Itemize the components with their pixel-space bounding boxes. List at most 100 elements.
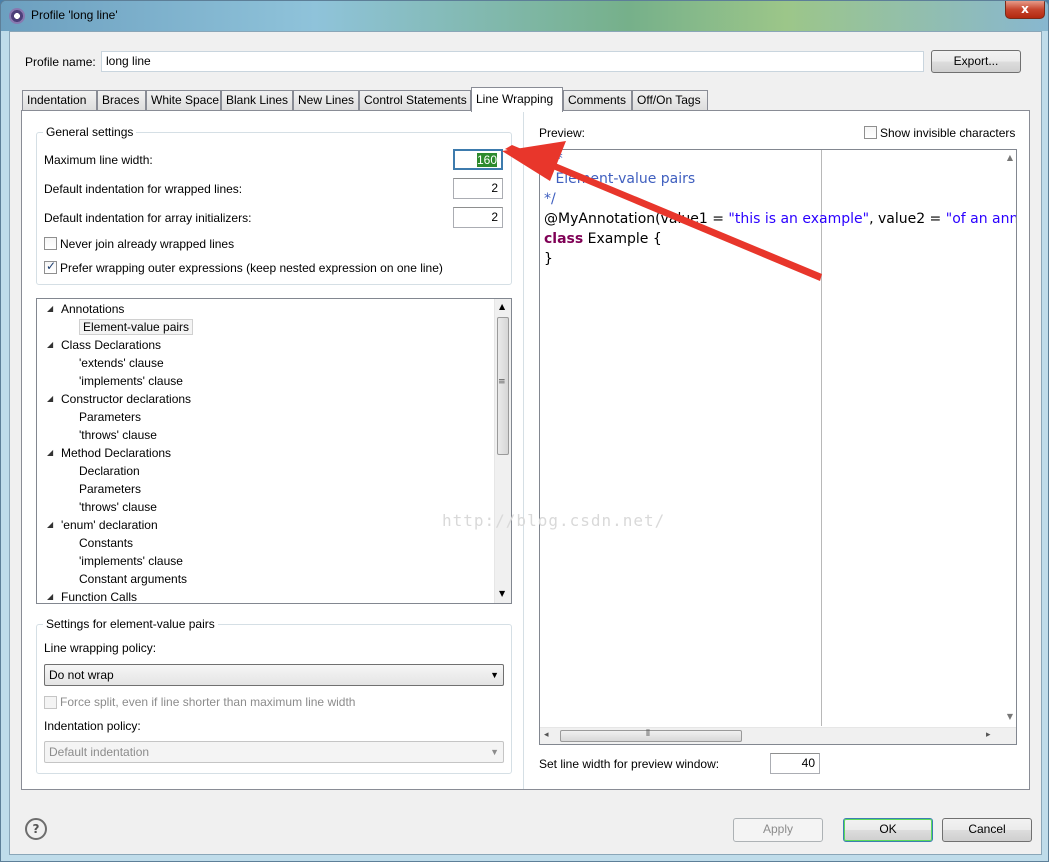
tree-item-label: 'throws' clause (79, 500, 157, 514)
scroll-down-icon[interactable]: ▼ (499, 589, 505, 598)
tree-item-label: 'enum' declaration (61, 518, 158, 532)
chevron-down-icon: ▼ (490, 747, 499, 757)
wrapping-policy-value: Do not wrap (49, 668, 114, 682)
profile-name-input[interactable]: long line (101, 51, 924, 72)
code-line: } (544, 251, 553, 267)
tree-expand-icon[interactable]: ◢ (47, 300, 53, 318)
tree-item-label: Annotations (61, 302, 125, 316)
array-indent-label: Default indentation for array initialize… (44, 211, 252, 225)
close-button[interactable]: x (1005, 1, 1045, 19)
preview-horizontal-scrollbar[interactable]: ◂ ⦀ ▸ (540, 727, 1016, 744)
tab-braces[interactable]: Braces (97, 90, 146, 111)
code-line: @MyAnnotation(value1 = "this is an examp… (544, 211, 1016, 227)
code-text: Example { (583, 231, 662, 247)
scroll-left-icon[interactable]: ◂ (544, 730, 549, 740)
never-join-checkbox[interactable] (44, 237, 57, 250)
scroll-up-icon[interactable]: ▲ (1007, 153, 1013, 162)
tree-item[interactable]: ◢ Class Declarations (47, 336, 162, 354)
profile-name-label: Profile name: (25, 55, 96, 69)
tab-control-statements[interactable]: Control Statements (359, 90, 471, 111)
show-invisible-checkbox[interactable] (864, 126, 877, 139)
element-settings-title: Settings for element-value pairs (43, 617, 218, 631)
indent-policy-value: Default indentation (49, 745, 150, 759)
tree-item-label: Constant arguments (79, 572, 188, 586)
tree-expand-icon[interactable]: ◢ (47, 516, 53, 534)
tree-item[interactable]: ◢ Function Calls (47, 588, 137, 603)
code-string: "this is an example" (728, 211, 870, 227)
tree-item-label: Constants (79, 536, 134, 550)
preview-pane[interactable]: /** * Element-value pairs */ @MyAnnotati… (539, 149, 1017, 745)
tab-comments[interactable]: Comments (563, 90, 632, 111)
tab-line-wrapping[interactable]: Line Wrapping (471, 87, 563, 112)
tree-expand-icon[interactable]: ◢ (47, 444, 53, 462)
column-divider (523, 111, 524, 789)
max-line-width-input[interactable]: 160 (453, 149, 503, 170)
dialog-body: Profile name: long line Export... Indent… (9, 31, 1042, 855)
tree-item-label: Method Declarations (61, 446, 172, 460)
tree-vertical-scrollbar[interactable]: ▲ ≡ ▼ (494, 299, 511, 603)
tree-item[interactable]: Declaration (79, 462, 140, 480)
wrapping-policy-label: Line wrapping policy: (44, 641, 157, 655)
wrapping-category-tree[interactable]: ◢ Annotations Element-value pairs ◢ Class De… (36, 298, 512, 604)
tab-indentation[interactable]: Indentation (22, 90, 97, 111)
tree-item[interactable]: 'implements' clause (79, 552, 183, 570)
tree-item[interactable]: 'throws' clause (79, 426, 157, 444)
apply-button[interactable]: Apply (733, 818, 823, 842)
prefer-outer-checkbox[interactable] (44, 259, 57, 274)
tree-item-label: Constructor declarations (61, 392, 192, 406)
tree-item[interactable]: Constants (79, 534, 133, 552)
code-line: class Example { (544, 231, 662, 247)
code-string: "of an annotation" (945, 211, 1016, 227)
preview-label: Preview: (539, 126, 586, 140)
title-bar[interactable]: Profile 'long line' x (1, 1, 1048, 31)
default-indent-input[interactable]: 2 (453, 178, 503, 199)
ok-button[interactable]: OK (843, 818, 933, 842)
window-title: Profile 'long line' (31, 8, 118, 22)
scroll-up-icon[interactable]: ▲ (499, 302, 505, 311)
indent-policy-select[interactable]: Default indentation ▼ (44, 741, 504, 763)
cancel-button[interactable]: Cancel (942, 818, 1032, 842)
tree-item[interactable]: Constant arguments (79, 570, 187, 588)
wrapping-policy-select[interactable]: Do not wrap ▼ (44, 664, 504, 686)
scroll-down-icon[interactable]: ▼ (1007, 712, 1013, 721)
force-split-label: Force split, even if line shorter than m… (60, 695, 356, 709)
tab-white-space[interactable]: White Space (146, 90, 221, 111)
tab-off-on-tags[interactable]: Off/On Tags (632, 90, 708, 111)
code-text: , value2 = (869, 211, 946, 227)
show-invisible-label: Show invisible characters (880, 126, 1016, 140)
force-split-checkbox[interactable] (44, 696, 57, 709)
code-keyword: class (544, 231, 584, 247)
tree-expand-icon[interactable]: ◢ (47, 588, 53, 603)
tab-blank-lines[interactable]: Blank Lines (221, 90, 293, 111)
tree-item[interactable]: Parameters (79, 480, 141, 498)
tree-item[interactable]: ◢ Constructor declarations (47, 390, 192, 408)
tree-item-label: Parameters (79, 410, 142, 424)
tree-item[interactable]: ◢ 'enum' declaration (47, 516, 158, 534)
help-icon[interactable]: ? (25, 818, 47, 840)
tree-item[interactable]: ◢ Annotations (47, 300, 125, 318)
tree-item[interactable]: ◢ Method Declarations (47, 444, 172, 462)
preview-line-width-label: Set line width for preview window: (539, 757, 720, 771)
tab-new-lines[interactable]: New Lines (293, 90, 359, 111)
array-indent-input[interactable]: 2 (453, 207, 503, 228)
tree-item[interactable]: 'extends' clause (79, 354, 164, 372)
eclipse-icon (9, 8, 25, 24)
scroll-grip-icon: ≡ (498, 377, 506, 387)
tree-item[interactable]: 'implements' clause (79, 372, 183, 390)
tree-item[interactable]: Element-value pairs (79, 318, 194, 336)
general-settings-title: General settings (43, 125, 137, 139)
tree-item-label: Declaration (79, 464, 140, 478)
tree-item[interactable]: 'throws' clause (79, 498, 157, 516)
tree-item[interactable]: Parameters (79, 408, 141, 426)
tree-item-label: Class Declarations (61, 338, 162, 352)
max-line-width-value: 160 (476, 153, 497, 167)
tree-expand-icon[interactable]: ◢ (47, 336, 53, 354)
export-button[interactable]: Export... (931, 50, 1021, 73)
code-line: /** (544, 151, 563, 167)
preview-scroll-thumb[interactable] (560, 730, 742, 742)
code-annotation: @MyAnnotation(value1 = (544, 211, 729, 227)
tree-expand-icon[interactable]: ◢ (47, 390, 53, 408)
scroll-grip-icon: ⦀ (646, 729, 650, 739)
scroll-right-icon[interactable]: ▸ (986, 730, 991, 740)
preview-line-width-input[interactable]: 40 (770, 753, 820, 774)
